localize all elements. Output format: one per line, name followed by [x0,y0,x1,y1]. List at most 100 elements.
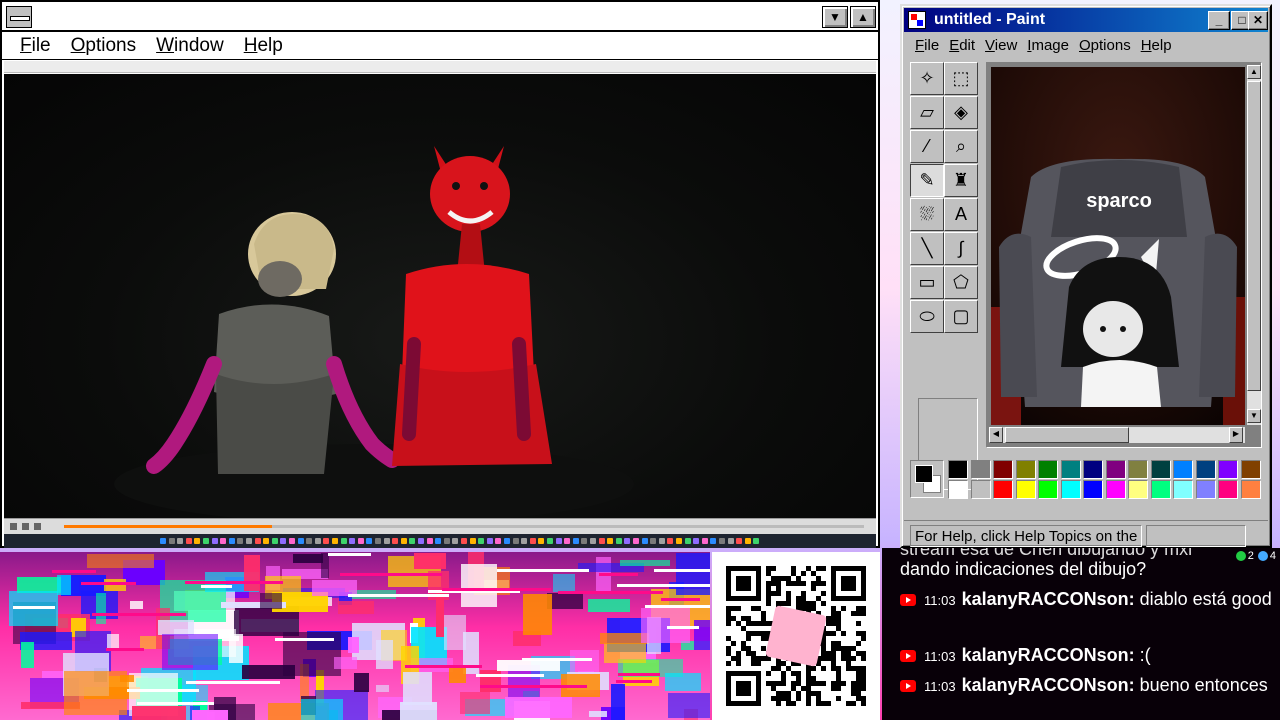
taskbar-app-icon[interactable] [168,538,175,544]
taskbar-app-icon[interactable] [194,538,201,544]
minimize-button[interactable]: ▼ [822,6,848,28]
taskbar-app-icon[interactable] [185,538,192,544]
taskbar-app-icon[interactable] [220,538,227,544]
tool-pencil-icon[interactable]: ✎ [910,164,944,197]
palette-swatch[interactable] [1105,460,1126,479]
taskbar-app-icon[interactable] [357,538,364,544]
next-icon[interactable] [34,523,41,530]
taskbar-app-icon[interactable] [228,538,235,544]
menu-file[interactable]: File [10,32,61,59]
palette-swatch[interactable] [1015,480,1036,499]
taskbar-app-icon[interactable] [409,538,416,544]
game-viewport[interactable] [4,74,876,518]
taskbar-app-icon[interactable] [727,538,734,544]
taskbar-app-icon[interactable] [598,538,605,544]
close-button[interactable]: ✕ [1248,11,1268,30]
scroll-up-button[interactable]: ▲ [1247,65,1261,79]
taskbar-app-icon[interactable] [211,538,218,544]
palette-swatch[interactable] [1105,480,1126,499]
tool-eraser-icon[interactable]: ▱ [910,96,944,129]
palette-swatch[interactable] [1195,460,1216,479]
taskbar-app-icon[interactable] [624,538,631,544]
palette-swatch[interactable] [1173,480,1193,499]
taskbar-app-icon[interactable] [572,538,579,544]
palette-swatch[interactable] [993,480,1013,499]
palette-swatch[interactable] [1038,480,1058,499]
taskbar-app-icon[interactable] [400,538,407,544]
play-icon[interactable] [10,523,17,530]
tool-polygon-icon[interactable]: ⬠ [944,266,978,299]
menu-help[interactable]: Help [1138,34,1179,58]
primary-color-swatch[interactable] [915,465,933,483]
taskbar-app-icon[interactable] [641,538,648,544]
palette-swatch[interactable] [948,460,968,479]
taskbar-app-icon[interactable] [676,538,682,544]
palette-swatch[interactable] [1195,480,1216,499]
taskbar-app-icon[interactable] [684,538,691,544]
horizontal-scrollbar[interactable]: ◀ ▶ [989,427,1245,443]
taskbar-app-icon[interactable] [297,538,304,544]
taskbar-app-icon[interactable] [375,538,381,544]
maximize-button[interactable]: ▲ [850,6,876,28]
palette-swatch[interactable] [1150,460,1171,479]
taskbar-app-icon[interactable] [349,538,356,544]
taskbar-app-icon[interactable] [332,538,338,544]
tool-brush-icon[interactable]: ♜ [944,164,978,197]
scroll-down-button[interactable]: ▼ [1247,409,1261,423]
taskbar-app-icon[interactable] [581,538,588,544]
minimize-button[interactable]: _ [1208,11,1230,30]
taskbar-app-icon[interactable] [504,538,510,544]
paint-app-icon[interactable] [908,11,926,29]
menu-options[interactable]: Options [1076,34,1138,58]
taskbar-app-icon[interactable] [495,538,502,544]
scroll-left-button[interactable]: ◀ [989,427,1003,443]
taskbar-app-icon[interactable] [383,538,390,544]
taskbar-app-icon[interactable] [719,538,725,544]
taskbar-app-icon[interactable] [693,538,700,544]
palette-swatch[interactable] [1083,460,1103,479]
taskbar-app-icon[interactable] [590,538,596,544]
taskbar-app-icon[interactable] [555,538,562,544]
palette-swatch[interactable] [1240,480,1261,499]
menu-file[interactable]: File [912,34,946,58]
taskbar-app-icon[interactable] [564,538,571,544]
palette-swatch[interactable] [1015,460,1036,479]
taskbar-app-icon[interactable] [469,538,476,544]
vertical-scroll-thumb[interactable] [1247,81,1261,391]
palette-swatch[interactable] [1128,480,1148,499]
taskbar-app-icon[interactable] [607,538,614,544]
taskbar-app-icon[interactable] [263,538,270,544]
taskbar-app-icon[interactable] [615,538,622,544]
taskbar-app-icon[interactable] [366,538,373,544]
tool-text-icon[interactable]: A [944,198,978,231]
menu-options[interactable]: Options [61,32,146,59]
taskbar-app-icon[interactable] [753,538,760,544]
tool-color-picker-icon[interactable]: ⁄ [910,130,944,163]
taskbar-app-icon[interactable] [736,538,743,544]
tool-curve-icon[interactable]: ∫ [944,232,978,265]
tool-line-icon[interactable]: ╲ [910,232,944,265]
stop-icon[interactable] [22,523,29,530]
tool-rounded-rect-icon[interactable]: ▢ [944,300,978,333]
palette-swatch[interactable] [1218,480,1238,499]
menu-edit[interactable]: Edit [946,34,982,58]
tool-ellipse-icon[interactable]: ⬭ [910,300,944,333]
taskbar-app-icon[interactable] [177,538,184,544]
taskbar-app-icon[interactable] [529,538,536,544]
tool-rect-select-icon[interactable]: ⬚ [944,62,978,95]
palette-swatch[interactable] [1150,480,1171,499]
palette-swatch[interactable] [993,460,1013,479]
menu-view[interactable]: View [982,34,1024,58]
taskbar-app-icon[interactable] [340,538,347,544]
taskbar-app-icon[interactable] [486,538,493,544]
taskbar-app-icon[interactable] [306,538,313,544]
paint-titlebar[interactable]: untitled - Paint _ □ ✕ [904,8,1268,32]
palette-swatch[interactable] [1038,460,1058,479]
taskbar-app-icon[interactable] [254,538,261,544]
palette-swatch[interactable] [1060,460,1081,479]
taskbar-app-icon[interactable] [658,538,665,544]
horizontal-scroll-thumb[interactable] [1005,427,1129,443]
system-menu-icon[interactable] [6,6,32,28]
vertical-scrollbar[interactable]: ▲ ▼ [1247,65,1261,425]
taskbar-app-icon[interactable] [280,538,287,544]
